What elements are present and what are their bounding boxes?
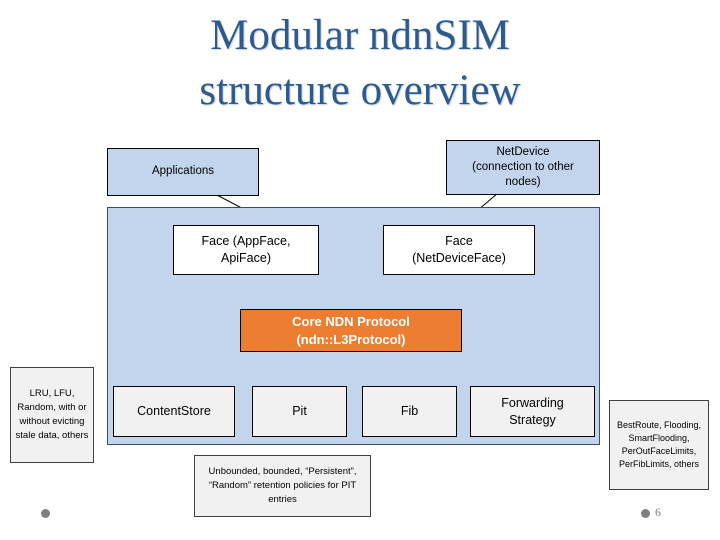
core-label-line-1: Core NDN Protocol [292, 313, 410, 329]
face-netdevice-label-line-2: (NetDeviceFace) [412, 251, 506, 265]
face-app-box[interactable]: Face (AppFace, ApiFace) [173, 225, 319, 275]
face-netdevice-label-line-1: Face [445, 234, 473, 249]
pit-policies-note: Unbounded, bounded, “Persistent”, “Rando… [194, 455, 371, 517]
page-number: 6 [655, 505, 661, 519]
fib-label: Fib [400, 404, 419, 419]
pit-box[interactable]: Pit [252, 386, 347, 437]
forwarding-strategy-label-line-1: Forwarding [501, 395, 564, 410]
content-store-box[interactable]: ContentStore [113, 386, 235, 437]
content-store-label: ContentStore [137, 404, 211, 419]
forwarding-strategy-list-note: BestRoute, Flooding, SmartFlooding, PerO… [609, 400, 709, 490]
page-title-line-1: Modular ndnSIM [210, 12, 510, 59]
pit-policies-text: Unbounded, bounded, “Persistent”, “Rando… [208, 466, 357, 505]
core-label-line-2: (ndn::L3Protocol) [296, 331, 406, 347]
core-ndn-protocol-box[interactable]: Core NDN Protocol (ndn::L3Protocol) [240, 309, 462, 352]
page-title: Modular ndnSIM structure overview [0, 8, 720, 118]
footer-bullet-left-icon [41, 509, 50, 518]
pit-label: Pit [292, 404, 307, 419]
content-store-policies-note: LRU, LFU, Random, with or without evicti… [10, 367, 94, 463]
content-store-policies-text: LRU, LFU, Random, with or without evicti… [15, 388, 89, 441]
netdevice-box[interactable]: NetDevice (connection to other nodes) [446, 140, 600, 195]
netdevice-label-line-2: (connection to other [472, 160, 574, 173]
forwarding-strategy-list-text: BestRoute, Flooding, SmartFlooding, PerO… [616, 419, 702, 470]
page-title-line-2: structure overview [199, 67, 521, 115]
face-netdevice-box[interactable]: Face (NetDeviceFace) [383, 225, 535, 275]
netdevice-label-line-1: NetDevice [496, 145, 550, 158]
footer-bullet-right-icon [641, 509, 650, 518]
fib-box[interactable]: Fib [362, 386, 457, 437]
netdevice-label-line-3: nodes) [505, 176, 541, 189]
forwarding-strategy-box[interactable]: Forwarding Strategy [470, 386, 595, 437]
forwarding-strategy-label-line-2: Strategy [509, 412, 556, 427]
face-app-label-line-2: ApiFace) [220, 251, 272, 265]
face-app-label-line-1: Face (AppFace, [201, 234, 291, 249]
applications-label: Applications [151, 165, 214, 178]
applications-box[interactable]: Applications [107, 148, 259, 196]
